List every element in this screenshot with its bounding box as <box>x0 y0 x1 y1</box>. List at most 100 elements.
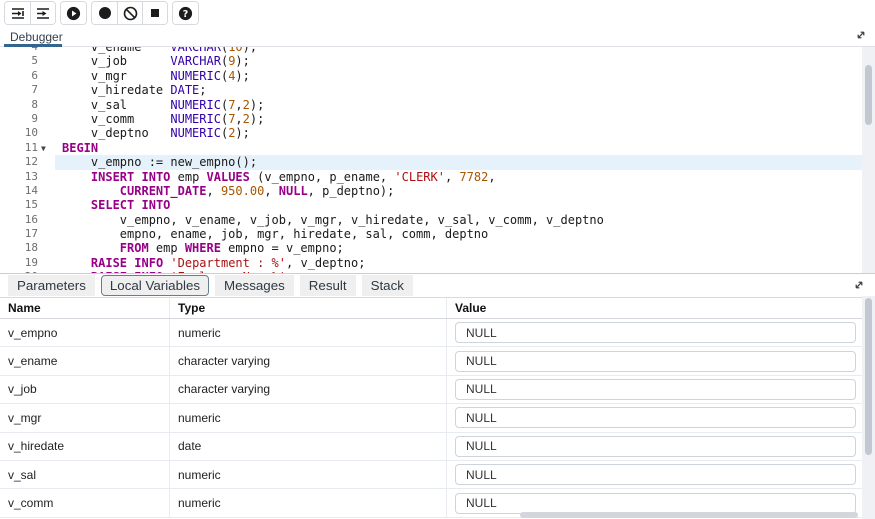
toolbar-button-group: ? <box>172 1 199 25</box>
code-text: SELECT INTO <box>55 198 862 212</box>
continue-icon <box>66 6 81 21</box>
panel-tab-stack[interactable]: Stack <box>362 275 413 296</box>
stop-icon <box>149 7 161 19</box>
line-number[interactable]: 6 <box>0 69 55 83</box>
step-over-button[interactable] <box>30 2 55 24</box>
line-number[interactable]: 12 <box>0 155 55 169</box>
step-over-icon <box>36 7 50 20</box>
clear-all-breakpoints-button[interactable] <box>117 2 142 24</box>
variable-value-input[interactable] <box>455 322 856 343</box>
code-line: 4 v_ename VARCHAR(10); <box>0 47 862 54</box>
variable-type-cell: numeric <box>170 404 447 431</box>
expand-icon <box>853 279 865 294</box>
line-number[interactable]: 10 <box>0 126 55 140</box>
variable-value-input[interactable] <box>455 351 856 372</box>
fold-arrow-icon[interactable]: ▼ <box>41 142 46 156</box>
panel-tab-local-variables[interactable]: Local Variables <box>101 275 209 296</box>
code-line: 17 empno, ename, job, mgr, hiredate, sal… <box>0 227 862 241</box>
step-into-button[interactable] <box>5 2 30 24</box>
code-line: 14 CURRENT_DATE, 950.00, NULL, p_deptno)… <box>0 184 862 198</box>
help-button[interactable]: ? <box>173 2 198 24</box>
column-header-name: Name <box>0 298 170 318</box>
code-editor[interactable]: 4 v_ename VARCHAR(10);5 v_job VARCHAR(9)… <box>0 47 875 273</box>
line-number[interactable]: 18 <box>0 241 55 255</box>
variable-value-cell <box>447 376 862 403</box>
line-number[interactable]: 19 <box>0 256 55 270</box>
toggle-breakpoint-button[interactable] <box>92 2 117 24</box>
variable-value-cell <box>447 433 862 460</box>
editor-expand-button[interactable] <box>855 29 867 44</box>
code-line: 18 FROM emp WHERE empno = v_empno; <box>0 241 862 255</box>
expand-icon <box>855 29 867 44</box>
table-scrollbar[interactable] <box>862 296 875 519</box>
line-number[interactable]: 4 <box>0 47 55 54</box>
variable-value-cell <box>447 347 862 374</box>
variable-row: v_hiredatedate <box>0 433 862 461</box>
variable-type-cell: numeric <box>170 319 447 346</box>
variable-name-cell: v_comm <box>0 489 170 516</box>
variable-type-cell: character varying <box>170 347 447 374</box>
continue-button[interactable] <box>61 2 86 24</box>
code-line: 8 v_sal NUMERIC(7,2); <box>0 98 862 112</box>
line-number[interactable]: 14 <box>0 184 55 198</box>
variable-value-input[interactable] <box>455 464 856 485</box>
table-horizontal-scrollbar-thumb[interactable] <box>520 512 858 518</box>
code-text: empno, ename, job, mgr, hiredate, sal, c… <box>55 227 862 241</box>
variable-value-input[interactable] <box>455 407 856 428</box>
variable-value-cell <box>447 404 862 431</box>
panel-tab-messages[interactable]: Messages <box>215 275 294 296</box>
clear-breakpoints-icon <box>123 6 138 21</box>
code-text: v_mgr NUMERIC(4); <box>55 69 862 83</box>
help-icon: ? <box>178 6 193 21</box>
line-number[interactable]: 17 <box>0 227 55 241</box>
variable-row: v_empnonumeric <box>0 319 862 347</box>
panel-tab-result[interactable]: Result <box>300 275 356 296</box>
line-number[interactable]: 13 <box>0 170 55 184</box>
code-line: 11▼BEGIN <box>0 141 862 155</box>
panel-tab-parameters[interactable]: Parameters <box>8 275 95 296</box>
code-text: INSERT INTO emp VALUES (v_empno, p_ename… <box>55 170 862 184</box>
code-text: v_sal NUMERIC(7,2); <box>55 98 862 112</box>
debug-bottom-panel: Parameters Local Variables Messages Result S… <box>0 273 875 519</box>
variable-value-input[interactable] <box>455 436 856 457</box>
line-number[interactable]: 15 <box>0 198 55 212</box>
code-text: v_empno, v_ename, v_job, v_mgr, v_hireda… <box>55 213 862 227</box>
line-number[interactable]: 5 <box>0 54 55 68</box>
variable-value-input[interactable] <box>455 379 856 400</box>
code-line: 10 v_deptno NUMERIC(2); <box>0 126 862 140</box>
variable-value-cell <box>447 319 862 346</box>
editor-scrollbar-thumb[interactable] <box>865 65 872 125</box>
panel-tab-bar: Parameters Local Variables Messages Result S… <box>0 274 875 296</box>
panel-expand-button[interactable] <box>851 277 867 296</box>
variable-row: v_enamecharacter varying <box>0 347 862 375</box>
code-line: 19 RAISE INFO 'Department : %', v_deptno… <box>0 256 862 270</box>
code-text: v_hiredate DATE; <box>55 83 862 97</box>
line-number[interactable]: 11▼ <box>0 141 55 155</box>
variable-name-cell: v_ename <box>0 347 170 374</box>
stop-button[interactable] <box>142 2 167 24</box>
table-scrollbar-thumb[interactable] <box>865 298 872 455</box>
code-line: 9 v_comm NUMERIC(7,2); <box>0 112 862 126</box>
column-header-type: Type <box>170 298 447 318</box>
line-number[interactable]: 9 <box>0 112 55 126</box>
code-line: 15 SELECT INTO <box>0 198 862 212</box>
code-text: v_ename VARCHAR(10); <box>55 47 862 54</box>
variable-name-cell: v_job <box>0 376 170 403</box>
code-text: v_comm NUMERIC(7,2); <box>55 112 862 126</box>
code-text: v_deptno NUMERIC(2); <box>55 126 862 140</box>
variable-type-cell: numeric <box>170 489 447 516</box>
variable-row: v_jobcharacter varying <box>0 376 862 404</box>
variable-type-cell: character varying <box>170 376 447 403</box>
tab-debugger-label: Debugger <box>10 30 63 44</box>
code-line: 16 v_empno, v_ename, v_job, v_mgr, v_hir… <box>0 213 862 227</box>
variable-type-cell: numeric <box>170 461 447 488</box>
line-number[interactable]: 16 <box>0 213 55 227</box>
variable-value-input[interactable] <box>455 493 856 514</box>
table-header-row: Name Type Value <box>0 298 862 319</box>
editor-scrollbar[interactable] <box>862 47 875 273</box>
line-number[interactable]: 8 <box>0 98 55 112</box>
line-number[interactable]: 7 <box>0 83 55 97</box>
variable-name-cell: v_mgr <box>0 404 170 431</box>
toolbar-button-group <box>91 1 168 25</box>
code-line: 6 v_mgr NUMERIC(4); <box>0 69 862 83</box>
